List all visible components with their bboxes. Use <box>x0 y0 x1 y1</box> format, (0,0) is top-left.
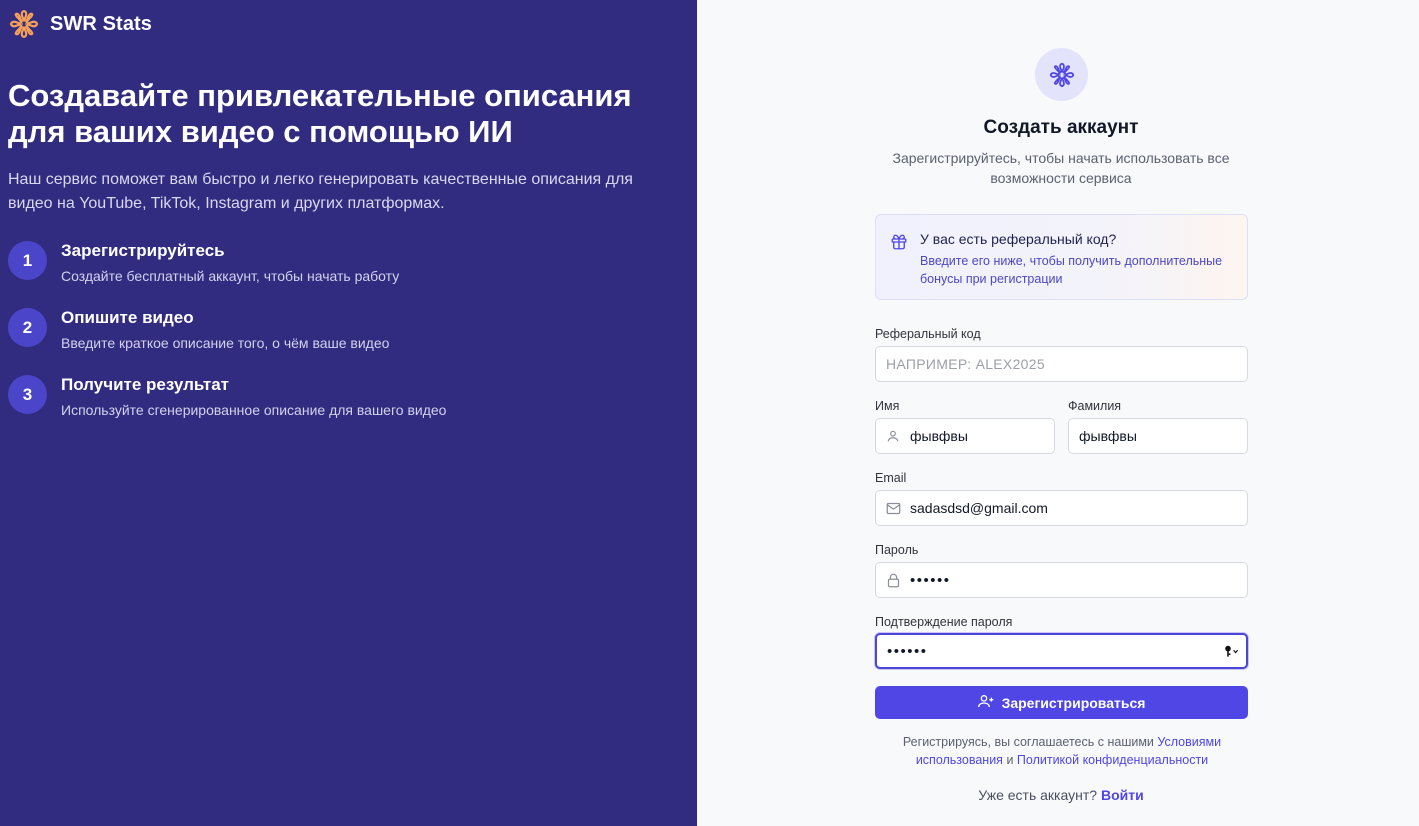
referral-label: Реферальный код <box>875 327 981 341</box>
user-icon <box>876 429 910 443</box>
step-title: Получите результат <box>61 375 229 394</box>
brand-name: SWR Stats <box>50 12 153 35</box>
register-button[interactable]: Зарегистрироваться <box>875 686 1248 719</box>
form-subtitle: Зарегистрируйтесь, чтобы начать использо… <box>892 150 1230 186</box>
step-desc: Используйте сгенерированное описание для… <box>61 402 447 418</box>
mail-icon <box>876 502 910 515</box>
lock-icon <box>876 573 910 588</box>
last-name-label: Фамилия <box>1068 399 1122 413</box>
step-title: Зарегистрируйтесь <box>61 241 225 260</box>
password-label: Пароль <box>875 543 919 557</box>
step-number: 2 <box>8 308 47 347</box>
terms-and: и <box>1006 753 1014 767</box>
terms-notice: Регистрируясь, вы соглашаетесь с нашими … <box>887 733 1237 769</box>
gift-icon <box>890 233 908 256</box>
confirm-password-input[interactable]: •••••• <box>875 633 1248 669</box>
step-item: 3 Получите результат Используйте сгенери… <box>8 374 668 441</box>
referral-info-box: У вас есть реферальный код? Введите его … <box>875 214 1248 300</box>
first-name-label: Имя <box>875 399 900 413</box>
terms-prefix: Регистрируясь, вы соглашаетесь с нашими <box>902 735 1154 749</box>
first-name-input[interactable]: фывфвы <box>875 418 1055 454</box>
confirm-password-label: Подтверждение пароля <box>875 615 1013 629</box>
step-number: 3 <box>8 375 47 414</box>
password-input[interactable]: •••••• <box>875 562 1248 598</box>
password-value: •••••• <box>910 571 951 589</box>
last-name-value: фывфвы <box>1079 428 1137 444</box>
privacy-link[interactable]: Политикой конфиденциальности <box>1017 753 1208 767</box>
register-button-label: Зарегистрироваться <box>1001 694 1146 711</box>
step-desc: Введите краткое описание того, о чём ваш… <box>61 335 390 351</box>
first-name-value: фывфвы <box>910 428 968 444</box>
flower-logo-icon <box>8 8 40 40</box>
hero-lead: Наш сервис поможет вам быстро и легко ге… <box>8 171 633 212</box>
step-item: 1 Зарегистрируйтесь Создайте бесплатный … <box>8 240 668 307</box>
steps-list: 1 Зарегистрируйтесь Создайте бесплатный … <box>8 240 668 441</box>
confirm-password-value: •••••• <box>887 642 928 660</box>
user-plus-icon <box>977 694 994 711</box>
last-name-input[interactable]: фывфвы <box>1068 418 1248 454</box>
signup-panel: Создать аккаунт Зарегистрируйтесь, чтобы… <box>697 0 1419 826</box>
step-item: 2 Опишите видео Введите краткое описание… <box>8 307 668 374</box>
email-input[interactable]: sadasdsd@gmail.com <box>875 490 1248 526</box>
step-number: 1 <box>8 241 47 280</box>
login-prompt-text: Уже есть аккаунт? <box>978 787 1098 803</box>
referral-placeholder: НАПРИМЕР: ALEX2025 <box>886 356 1045 372</box>
form-title: Создать аккаунт <box>983 117 1139 138</box>
email-label: Email <box>875 471 907 485</box>
referral-text: Введите его ниже, чтобы получить дополни… <box>920 254 1223 286</box>
hero-title: Создавайте привлекательные описания для … <box>8 78 632 149</box>
password-key-icon[interactable] <box>1218 644 1246 658</box>
email-value: sadasdsd@gmail.com <box>910 500 1048 516</box>
login-prompt: Уже есть аккаунт? Войти <box>697 787 1419 803</box>
step-desc: Создайте бесплатный аккаунт, чтобы начат… <box>61 268 400 284</box>
promo-panel: SWR Stats Создавайте привлекательные опи… <box>0 0 697 826</box>
step-title: Опишите видео <box>61 308 194 327</box>
login-link[interactable]: Войти <box>1101 787 1144 803</box>
flower-icon <box>1035 48 1088 101</box>
referral-heading: У вас есть реферальный код? <box>920 231 1117 247</box>
brand[interactable]: SWR Stats <box>8 8 152 40</box>
referral-input[interactable]: НАПРИМЕР: ALEX2025 <box>875 346 1248 382</box>
